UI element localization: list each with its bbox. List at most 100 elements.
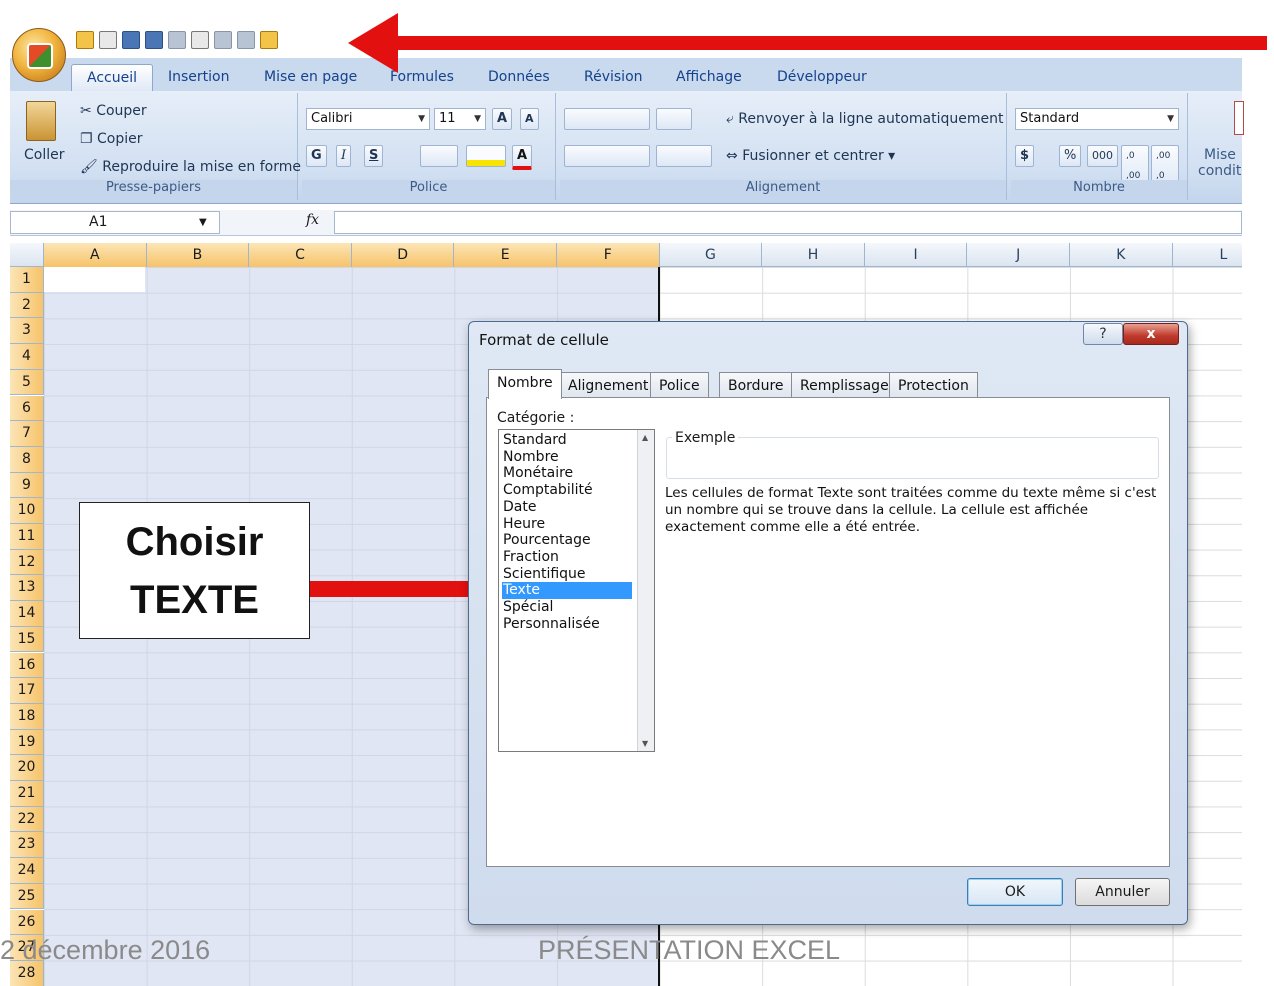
column-header[interactable]: G bbox=[660, 243, 763, 267]
borders-icon[interactable] bbox=[420, 145, 458, 167]
shrink-font-button[interactable]: A bbox=[520, 108, 539, 130]
conditional-format-label-2[interactable]: condit bbox=[1198, 163, 1241, 179]
row-header[interactable]: 26 bbox=[10, 909, 44, 936]
cancel-button[interactable]: Annuler bbox=[1075, 878, 1170, 906]
tab-accueil[interactable]: Accueil bbox=[71, 64, 153, 91]
grow-font-button[interactable]: A bbox=[492, 108, 513, 130]
row-header[interactable]: 21 bbox=[10, 781, 44, 807]
currency-button[interactable]: $ bbox=[1015, 145, 1035, 167]
column-header[interactable]: B bbox=[146, 243, 250, 267]
indent-buttons[interactable] bbox=[656, 145, 712, 167]
tab-alignement[interactable]: Alignement bbox=[559, 372, 658, 398]
row-header[interactable]: 2 bbox=[10, 292, 44, 319]
select-all-corner[interactable] bbox=[10, 243, 44, 267]
tab-police[interactable]: Police bbox=[650, 372, 709, 398]
category-list[interactable]: ▲ ▼ Standard Nombre Monétaire Comptabilité D… bbox=[498, 429, 655, 752]
column-header[interactable]: D bbox=[351, 243, 455, 267]
number-format-combo[interactable]: Standard ▼ bbox=[1015, 108, 1179, 130]
tab-donnees[interactable]: Données bbox=[473, 64, 565, 91]
column-header[interactable]: I bbox=[865, 243, 968, 267]
row-header[interactable]: 12 bbox=[10, 549, 44, 576]
category-item[interactable]: Date bbox=[502, 499, 632, 516]
category-scrollbar[interactable]: ▲ ▼ bbox=[637, 430, 654, 751]
print-icon[interactable] bbox=[168, 31, 186, 49]
tab-remplissage[interactable]: Remplissage bbox=[791, 372, 898, 398]
conditional-format-icon[interactable] bbox=[1234, 101, 1244, 135]
save-as-icon[interactable] bbox=[145, 31, 163, 49]
row-header[interactable]: 11 bbox=[10, 524, 44, 550]
copy-button[interactable]: ❐ Copier bbox=[80, 131, 143, 147]
format-painter-button[interactable]: 🖌 Reproduire la mise en forme bbox=[80, 159, 301, 175]
row-header[interactable]: 8 bbox=[10, 446, 44, 473]
row-header[interactable]: 3 bbox=[10, 318, 44, 345]
font-name-combo[interactable]: Calibri ▼ bbox=[306, 108, 430, 130]
function-icon[interactable]: fx bbox=[306, 212, 319, 228]
row-header[interactable]: 20 bbox=[10, 755, 44, 781]
column-header[interactable]: A bbox=[44, 243, 147, 267]
font-color-button[interactable]: A bbox=[512, 145, 533, 170]
active-cell-a1[interactable] bbox=[44, 267, 145, 292]
category-item[interactable]: Pourcentage bbox=[502, 532, 632, 549]
category-item[interactable]: Comptabilité bbox=[502, 482, 632, 499]
scroll-up-icon[interactable]: ▲ bbox=[642, 433, 648, 442]
row-header[interactable]: 10 bbox=[10, 498, 44, 524]
row-header[interactable]: 9 bbox=[10, 472, 44, 499]
font-size-combo[interactable]: 11 ▼ bbox=[434, 108, 486, 130]
row-header[interactable]: 1 bbox=[10, 267, 44, 293]
underline-button[interactable]: S bbox=[364, 145, 384, 167]
row-header[interactable]: 14 bbox=[10, 601, 44, 627]
row-header[interactable]: 22 bbox=[10, 806, 44, 833]
row-header[interactable]: 19 bbox=[10, 729, 44, 756]
row-header[interactable]: 17 bbox=[10, 678, 44, 704]
row-header[interactable]: 5 bbox=[10, 369, 44, 396]
save-icon[interactable] bbox=[122, 31, 140, 49]
tab-insertion[interactable]: Insertion bbox=[153, 64, 244, 91]
bold-button[interactable]: G bbox=[306, 145, 327, 167]
category-item[interactable]: Personnalisée bbox=[502, 616, 632, 633]
chevron-down-icon[interactable]: ▼ bbox=[199, 212, 207, 233]
column-header[interactable]: H bbox=[762, 243, 865, 267]
new-icon[interactable] bbox=[99, 31, 117, 49]
scroll-down-icon[interactable]: ▼ bbox=[642, 739, 648, 748]
column-header[interactable]: F bbox=[557, 243, 660, 267]
row-header[interactable]: 25 bbox=[10, 883, 44, 910]
row-header[interactable]: 23 bbox=[10, 832, 44, 859]
customize-icon[interactable] bbox=[260, 31, 278, 49]
help-button[interactable]: ? bbox=[1083, 323, 1123, 345]
row-header[interactable]: 24 bbox=[10, 858, 44, 884]
row-header[interactable]: 16 bbox=[10, 652, 44, 679]
horizontal-align-buttons[interactable] bbox=[564, 145, 650, 167]
orientation-icon[interactable] bbox=[656, 108, 692, 130]
percent-button[interactable]: % bbox=[1059, 145, 1082, 167]
category-item[interactable]: Monétaire bbox=[502, 465, 632, 482]
redo-icon[interactable] bbox=[237, 31, 255, 49]
conditional-format-label-1[interactable]: Mise bbox=[1204, 147, 1236, 163]
print-preview-icon[interactable] bbox=[191, 31, 209, 49]
column-header[interactable]: E bbox=[454, 243, 557, 267]
tab-developpeur[interactable]: Développeur bbox=[762, 64, 882, 91]
tab-protection[interactable]: Protection bbox=[889, 372, 978, 398]
italic-button[interactable]: I bbox=[336, 145, 352, 167]
row-header[interactable]: 4 bbox=[10, 344, 44, 370]
column-header[interactable]: L bbox=[1173, 243, 1242, 267]
vertical-align-buttons[interactable] bbox=[564, 108, 650, 130]
thousands-button[interactable]: 000 bbox=[1087, 145, 1118, 167]
paste-icon[interactable] bbox=[26, 101, 56, 141]
formula-input[interactable] bbox=[334, 211, 1242, 234]
category-item[interactable]: Scientifique bbox=[502, 566, 632, 583]
close-button[interactable]: x bbox=[1123, 323, 1179, 345]
row-header[interactable]: 18 bbox=[10, 703, 44, 730]
tab-nombre[interactable]: Nombre bbox=[488, 369, 562, 399]
open-icon[interactable] bbox=[76, 31, 94, 49]
paste-button[interactable]: Coller bbox=[24, 147, 65, 163]
row-header[interactable]: 7 bbox=[10, 421, 44, 447]
ok-button[interactable]: OK bbox=[967, 878, 1063, 906]
row-header[interactable]: 15 bbox=[10, 626, 44, 653]
column-header[interactable]: K bbox=[1070, 243, 1173, 267]
category-item[interactable]: Nombre bbox=[502, 449, 632, 466]
tab-revision[interactable]: Révision bbox=[569, 64, 658, 91]
fill-color-icon[interactable] bbox=[466, 145, 506, 167]
category-item[interactable]: Standard bbox=[502, 432, 632, 449]
office-button[interactable] bbox=[12, 28, 66, 82]
column-header[interactable]: J bbox=[967, 243, 1070, 267]
